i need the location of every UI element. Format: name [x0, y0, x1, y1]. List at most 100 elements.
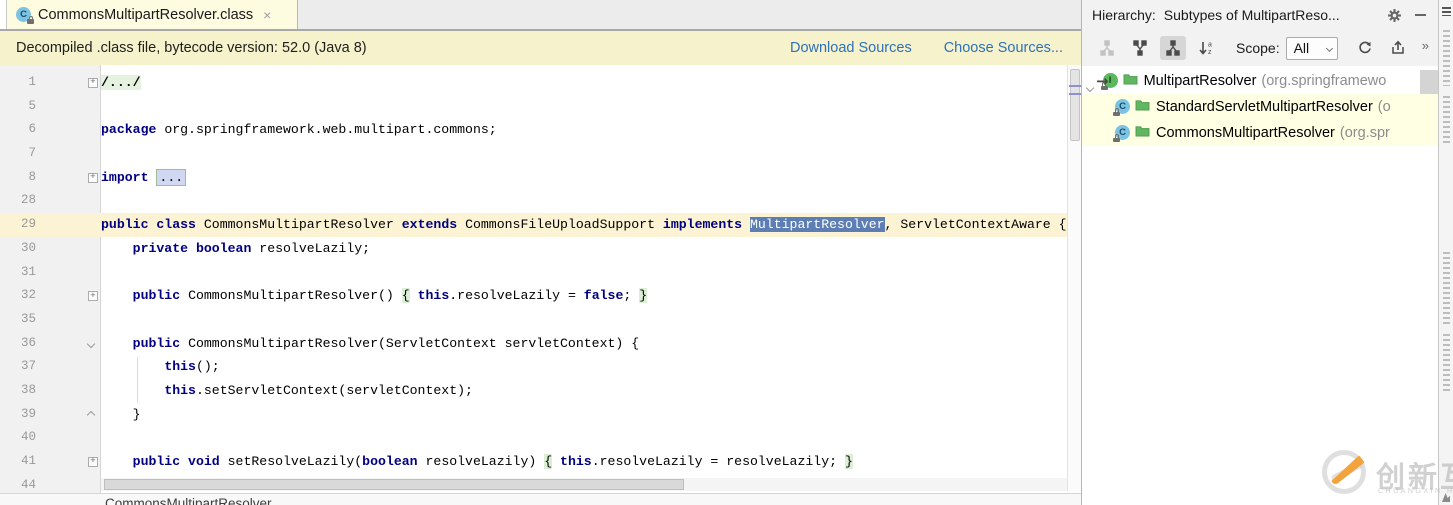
tree-scrollbar-thumb[interactable] [1420, 70, 1438, 94]
gutter-cell[interactable]: 31 [0, 261, 101, 285]
sort-alphabetically-icon[interactable]: a z [1193, 36, 1219, 60]
gutter-cell[interactable]: 30 [0, 237, 101, 261]
gutter-cell[interactable]: 28 [0, 189, 101, 213]
gutter-cell[interactable]: 37 [0, 355, 101, 379]
code-text[interactable]: } [101, 403, 141, 427]
code-text[interactable]: public CommonsMultipartResolver(ServletC… [101, 332, 639, 356]
line-number[interactable]: 36 [0, 332, 36, 356]
line-number[interactable]: 40 [0, 426, 36, 450]
line-number[interactable]: 6 [0, 118, 36, 142]
code-line[interactable]: 8+import ... [0, 166, 1081, 190]
code-line[interactable]: 32 + public CommonsMultipartResolver() { … [0, 284, 1081, 308]
gutter-cell[interactable]: 41 + [0, 450, 101, 474]
code-text[interactable]: public CommonsMultipartResolver() { this… [101, 284, 647, 308]
line-number[interactable]: 5 [0, 95, 36, 119]
code-line[interactable]: 41 + public void setResolveLazily(boolean… [0, 450, 1081, 474]
code-line[interactable]: 38 this.setServletContext(servletContext… [0, 379, 1081, 403]
code-text[interactable]: this(); [101, 355, 220, 379]
line-number[interactable]: 39 [0, 403, 36, 427]
code-line[interactable]: 30 private boolean resolveLazily; [0, 237, 1081, 261]
gutter-cell[interactable]: 7 [0, 142, 101, 166]
right-tool-window-bar[interactable] [1438, 0, 1453, 505]
expand-chevron-icon[interactable] [1087, 78, 1093, 94]
line-number[interactable]: 38 [0, 379, 36, 403]
editor-breadcrumbs[interactable]: CommonsMultipartResolver [0, 493, 1081, 505]
line-number[interactable]: 37 [0, 355, 36, 379]
settings-gear-icon[interactable] [1384, 5, 1404, 25]
fold-marker[interactable]: + [88, 78, 98, 88]
line-number[interactable]: 30 [0, 237, 36, 261]
fold-marker[interactable] [88, 405, 94, 423]
hierarchy-node-commonsmultipartresolver[interactable]: CCommonsMultipartResolver(org.spr [1082, 120, 1438, 146]
error-stripe-mark[interactable] [1069, 93, 1081, 95]
code-line[interactable]: 5 [0, 95, 1081, 119]
hierarchy-node-multipartresolver[interactable]: →IMultipartResolver(org.springframewo [1082, 68, 1438, 94]
code-line[interactable]: 36 public CommonsMultipartResolver(Servl… [0, 332, 1081, 356]
supertypes-hierarchy-icon[interactable] [1127, 36, 1153, 60]
code-line[interactable]: 39 } [0, 403, 1081, 427]
code-editor[interactable]: 1+/.../56package org.springframework.web… [0, 65, 1081, 505]
code-line[interactable]: 40 [0, 426, 1081, 450]
code-text[interactable]: import ... [101, 166, 186, 190]
vertical-scrollbar-thumb[interactable] [1070, 69, 1080, 141]
code-line[interactable]: 6 package org.springframework.web.multipa… [0, 118, 1081, 142]
tool-window-tab[interactable] [1443, 96, 1450, 146]
class-hierarchy-icon[interactable] [1094, 36, 1120, 60]
tool-window-tab[interactable] [1443, 252, 1450, 324]
fold-marker[interactable]: + [88, 457, 98, 467]
subtypes-hierarchy-icon[interactable] [1160, 36, 1186, 60]
line-number[interactable]: 41 [0, 450, 36, 474]
code-line[interactable]: 37 this(); [0, 355, 1081, 379]
line-number[interactable]: 28 [0, 189, 36, 213]
line-number[interactable]: 1 [0, 71, 36, 95]
code-text[interactable]: public class CommonsMultipartResolver ex… [101, 213, 1067, 237]
line-number[interactable]: 7 [0, 142, 36, 166]
code-line[interactable]: 35 [0, 308, 1081, 332]
hierarchy-node-standardservletmultipartresolver[interactable]: CStandardServletMultipartResolver(o [1082, 94, 1438, 120]
gutter-cell[interactable]: 38 [0, 379, 101, 403]
gutter-cell[interactable]: 36 [0, 332, 101, 356]
gutter-cell[interactable]: 5 [0, 95, 101, 119]
line-number[interactable]: 8 [0, 166, 36, 190]
download-sources-link[interactable]: Download Sources [790, 40, 912, 56]
line-number[interactable]: 29 [0, 213, 36, 237]
export-icon[interactable] [1385, 36, 1411, 60]
gutter-cell[interactable]: 6 [0, 118, 101, 142]
choose-sources-link[interactable]: Choose Sources... [944, 40, 1063, 56]
code-text[interactable]: private boolean resolveLazily; [101, 237, 370, 261]
hide-panel-icon[interactable] [1410, 5, 1430, 25]
gutter-cell[interactable]: 29 [0, 213, 101, 237]
editor-tab-commonsmultipartresolver[interactable]: C CommonsMultipartResolver.class × [6, 0, 298, 29]
code-text[interactable]: /.../ [101, 71, 141, 95]
fold-marker[interactable]: + [88, 173, 98, 183]
tab-close-icon[interactable]: × [263, 8, 271, 22]
gutter-cell[interactable]: 1+ [0, 71, 101, 95]
editor-horizontal-scrollbar[interactable] [101, 478, 1067, 491]
line-number[interactable]: 31 [0, 261, 36, 285]
gutter-cell[interactable]: 35 [0, 308, 101, 332]
code-text[interactable]: public void setResolveLazily(boolean res… [101, 450, 853, 474]
hierarchy-tab-label[interactable]: Subtypes of MultipartReso... [1164, 7, 1340, 23]
gutter-cell[interactable]: 8+ [0, 166, 101, 190]
gutter-cell[interactable]: 39 [0, 403, 101, 427]
line-number[interactable]: 35 [0, 308, 36, 332]
horizontal-scrollbar-thumb[interactable] [104, 479, 684, 490]
code-text[interactable]: this.setServletContext(servletContext); [101, 379, 473, 403]
line-number[interactable]: 32 [0, 284, 36, 308]
fold-marker[interactable]: + [88, 291, 98, 301]
code-text[interactable]: package org.springframework.web.multipar… [101, 118, 497, 142]
more-actions-icon[interactable]: » [1422, 38, 1428, 53]
scope-dropdown[interactable]: All [1286, 37, 1338, 60]
editor-vertical-scrollbar[interactable] [1067, 65, 1081, 491]
fold-marker[interactable] [88, 334, 94, 352]
gutter-cell[interactable]: 40 [0, 426, 101, 450]
tool-window-tab[interactable] [1443, 30, 1450, 86]
error-stripe-mark[interactable] [1069, 85, 1081, 87]
breadcrumb-item[interactable]: CommonsMultipartResolver [105, 494, 1081, 505]
code-line[interactable]: 31 [0, 261, 1081, 285]
tool-window-tab[interactable] [1443, 334, 1450, 394]
code-line[interactable]: 1+/.../ [0, 71, 1081, 95]
code-line[interactable]: 29 public class CommonsMultipartResolver … [0, 213, 1081, 237]
refresh-icon[interactable] [1352, 36, 1378, 60]
code-line[interactable]: 7 [0, 142, 1081, 166]
